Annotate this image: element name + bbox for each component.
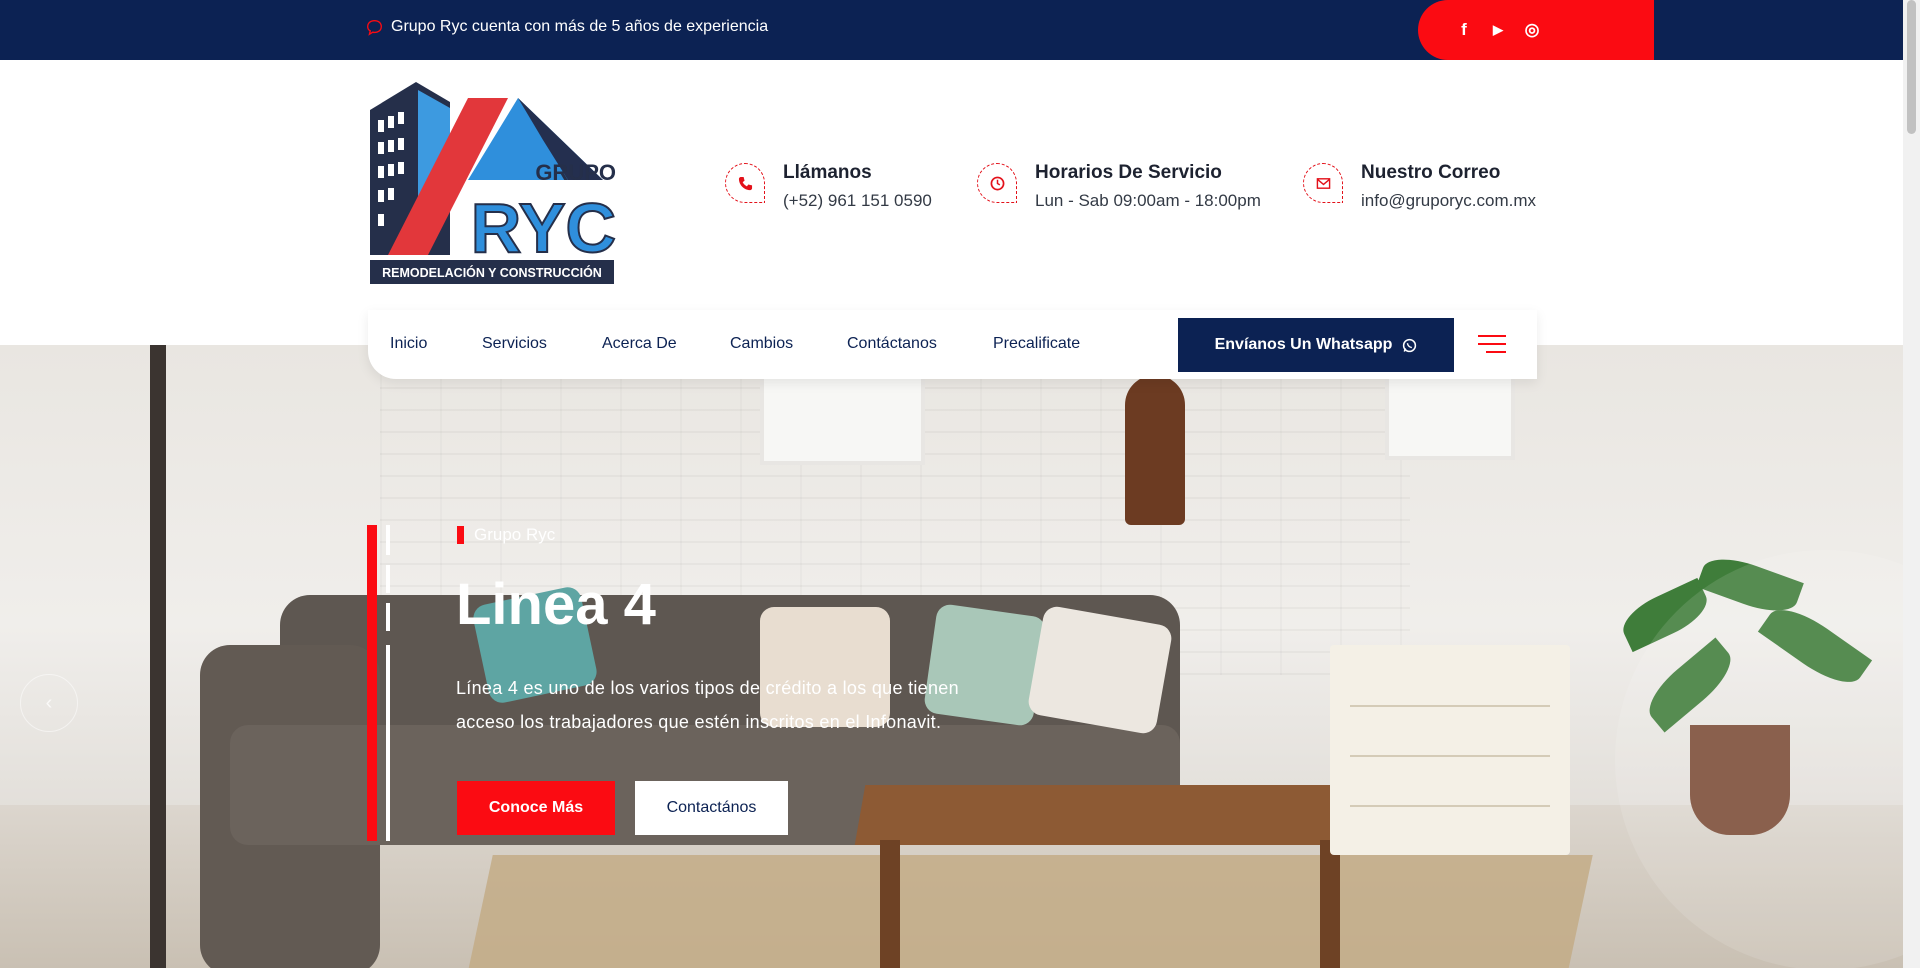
- page-scrollbar[interactable]: [1903, 0, 1920, 968]
- hours-title: Horarios De Servicio: [1035, 162, 1222, 183]
- hero-background-pillow: [1026, 604, 1174, 736]
- main-nav: Inicio Servicios Acerca De Cambios Contá…: [368, 310, 1537, 379]
- contact-email: Nuestro Correo info@gruporyc.com.mx: [1303, 161, 1536, 213]
- facebook-icon[interactable]: f: [1454, 20, 1474, 40]
- whatsapp-icon: [1403, 338, 1417, 352]
- social-links: f ▶ ◎: [1418, 0, 1654, 60]
- topbar-message-text: Grupo Ryc cuenta con más de 5 años de ex…: [391, 18, 769, 35]
- clock-icon: [977, 163, 1017, 203]
- hero-background-window: [1385, 370, 1515, 460]
- nav-item-acerca-de[interactable]: Acerca De: [602, 333, 677, 355]
- hours-value: Lun - Sab 09:00am - 18:00pm: [1035, 191, 1261, 210]
- logo-word-ryc: RYC: [471, 189, 616, 267]
- kicker-mark: [457, 526, 464, 544]
- hero-kicker: Grupo Ryc: [457, 525, 555, 545]
- hero-background-dresser-line: [1350, 755, 1550, 757]
- slider-prev-button[interactable]: ‹: [20, 674, 78, 732]
- hero-title: Linea 4: [456, 572, 656, 637]
- logo-word-grupo: GRUPO: [535, 160, 616, 185]
- nav-item-precalificate[interactable]: Precalificate: [993, 333, 1080, 355]
- hero-background-dresser: [1330, 645, 1570, 855]
- contactanos-button[interactable]: Contactános: [635, 781, 788, 835]
- envelope-icon: [1303, 163, 1343, 203]
- chat-bubble-icon: [367, 19, 382, 36]
- hero-background-lamp: [150, 345, 166, 968]
- hero-background-rug: [467, 855, 1593, 968]
- hero-description: Línea 4 es uno de los varios tipos de cr…: [456, 678, 959, 732]
- hero-accent-dash: [386, 645, 390, 841]
- hero-background-dresser-line: [1350, 805, 1550, 807]
- logo-tagline: REMODELACIÓN Y CONSTRUCCIÓN: [382, 265, 602, 280]
- scrollbar-thumb[interactable]: [1907, 0, 1916, 134]
- phone-icon: [725, 163, 765, 203]
- instagram-icon[interactable]: ◎: [1522, 20, 1542, 40]
- contact-phone: Llámanos (+52) 961 151 0590: [725, 161, 932, 213]
- contact-hours: Horarios De Servicio Lun - Sab 09:00am -…: [977, 161, 1261, 213]
- youtube-icon[interactable]: ▶: [1488, 20, 1508, 40]
- nav-item-cambios[interactable]: Cambios: [730, 333, 793, 355]
- nav-item-servicios[interactable]: Servicios: [482, 333, 547, 355]
- email-value[interactable]: info@gruporyc.com.mx: [1361, 189, 1536, 213]
- nav-item-inicio[interactable]: Inicio: [390, 333, 427, 355]
- hero-accent-dash: [386, 565, 390, 593]
- hero-background-window: [760, 370, 925, 465]
- hero-background-coffee-table: [854, 785, 1386, 845]
- whatsapp-button-label: Envíanos Un Whatsapp: [1214, 336, 1393, 353]
- phone-value[interactable]: (+52) 961 151 0590: [783, 189, 932, 213]
- hero-accent-dash: [386, 525, 390, 555]
- hero-kicker-text: Grupo Ryc: [474, 525, 556, 544]
- topbar-message: Grupo Ryc cuenta con más de 5 años de ex…: [366, 18, 768, 36]
- whatsapp-button[interactable]: Envíanos Un Whatsapp: [1178, 318, 1454, 372]
- hero-background-dresser-line: [1350, 705, 1550, 707]
- hero-accent-bar: [367, 525, 377, 841]
- hero-background-table-leg: [1320, 840, 1340, 968]
- hero-accent-dash: [386, 603, 390, 631]
- menu-hamburger-icon[interactable]: [1478, 335, 1506, 353]
- top-bar: Grupo Ryc cuenta con más de 5 años de ex…: [0, 0, 1903, 60]
- conoce-mas-button[interactable]: Conoce Más: [457, 781, 615, 835]
- hero-slider: [0, 345, 1903, 968]
- email-title: Nuestro Correo: [1361, 162, 1501, 183]
- phone-title: Llámanos: [783, 162, 872, 183]
- nav-item-contactanos[interactable]: Contáctanos: [847, 333, 937, 355]
- grupo-ryc-logo[interactable]: GRUPO RYC REMODELACIÓN Y CONSTRUCCIÓN: [368, 80, 618, 286]
- hero-background-table-leg: [880, 840, 900, 968]
- hero-background-clock: [1125, 375, 1185, 525]
